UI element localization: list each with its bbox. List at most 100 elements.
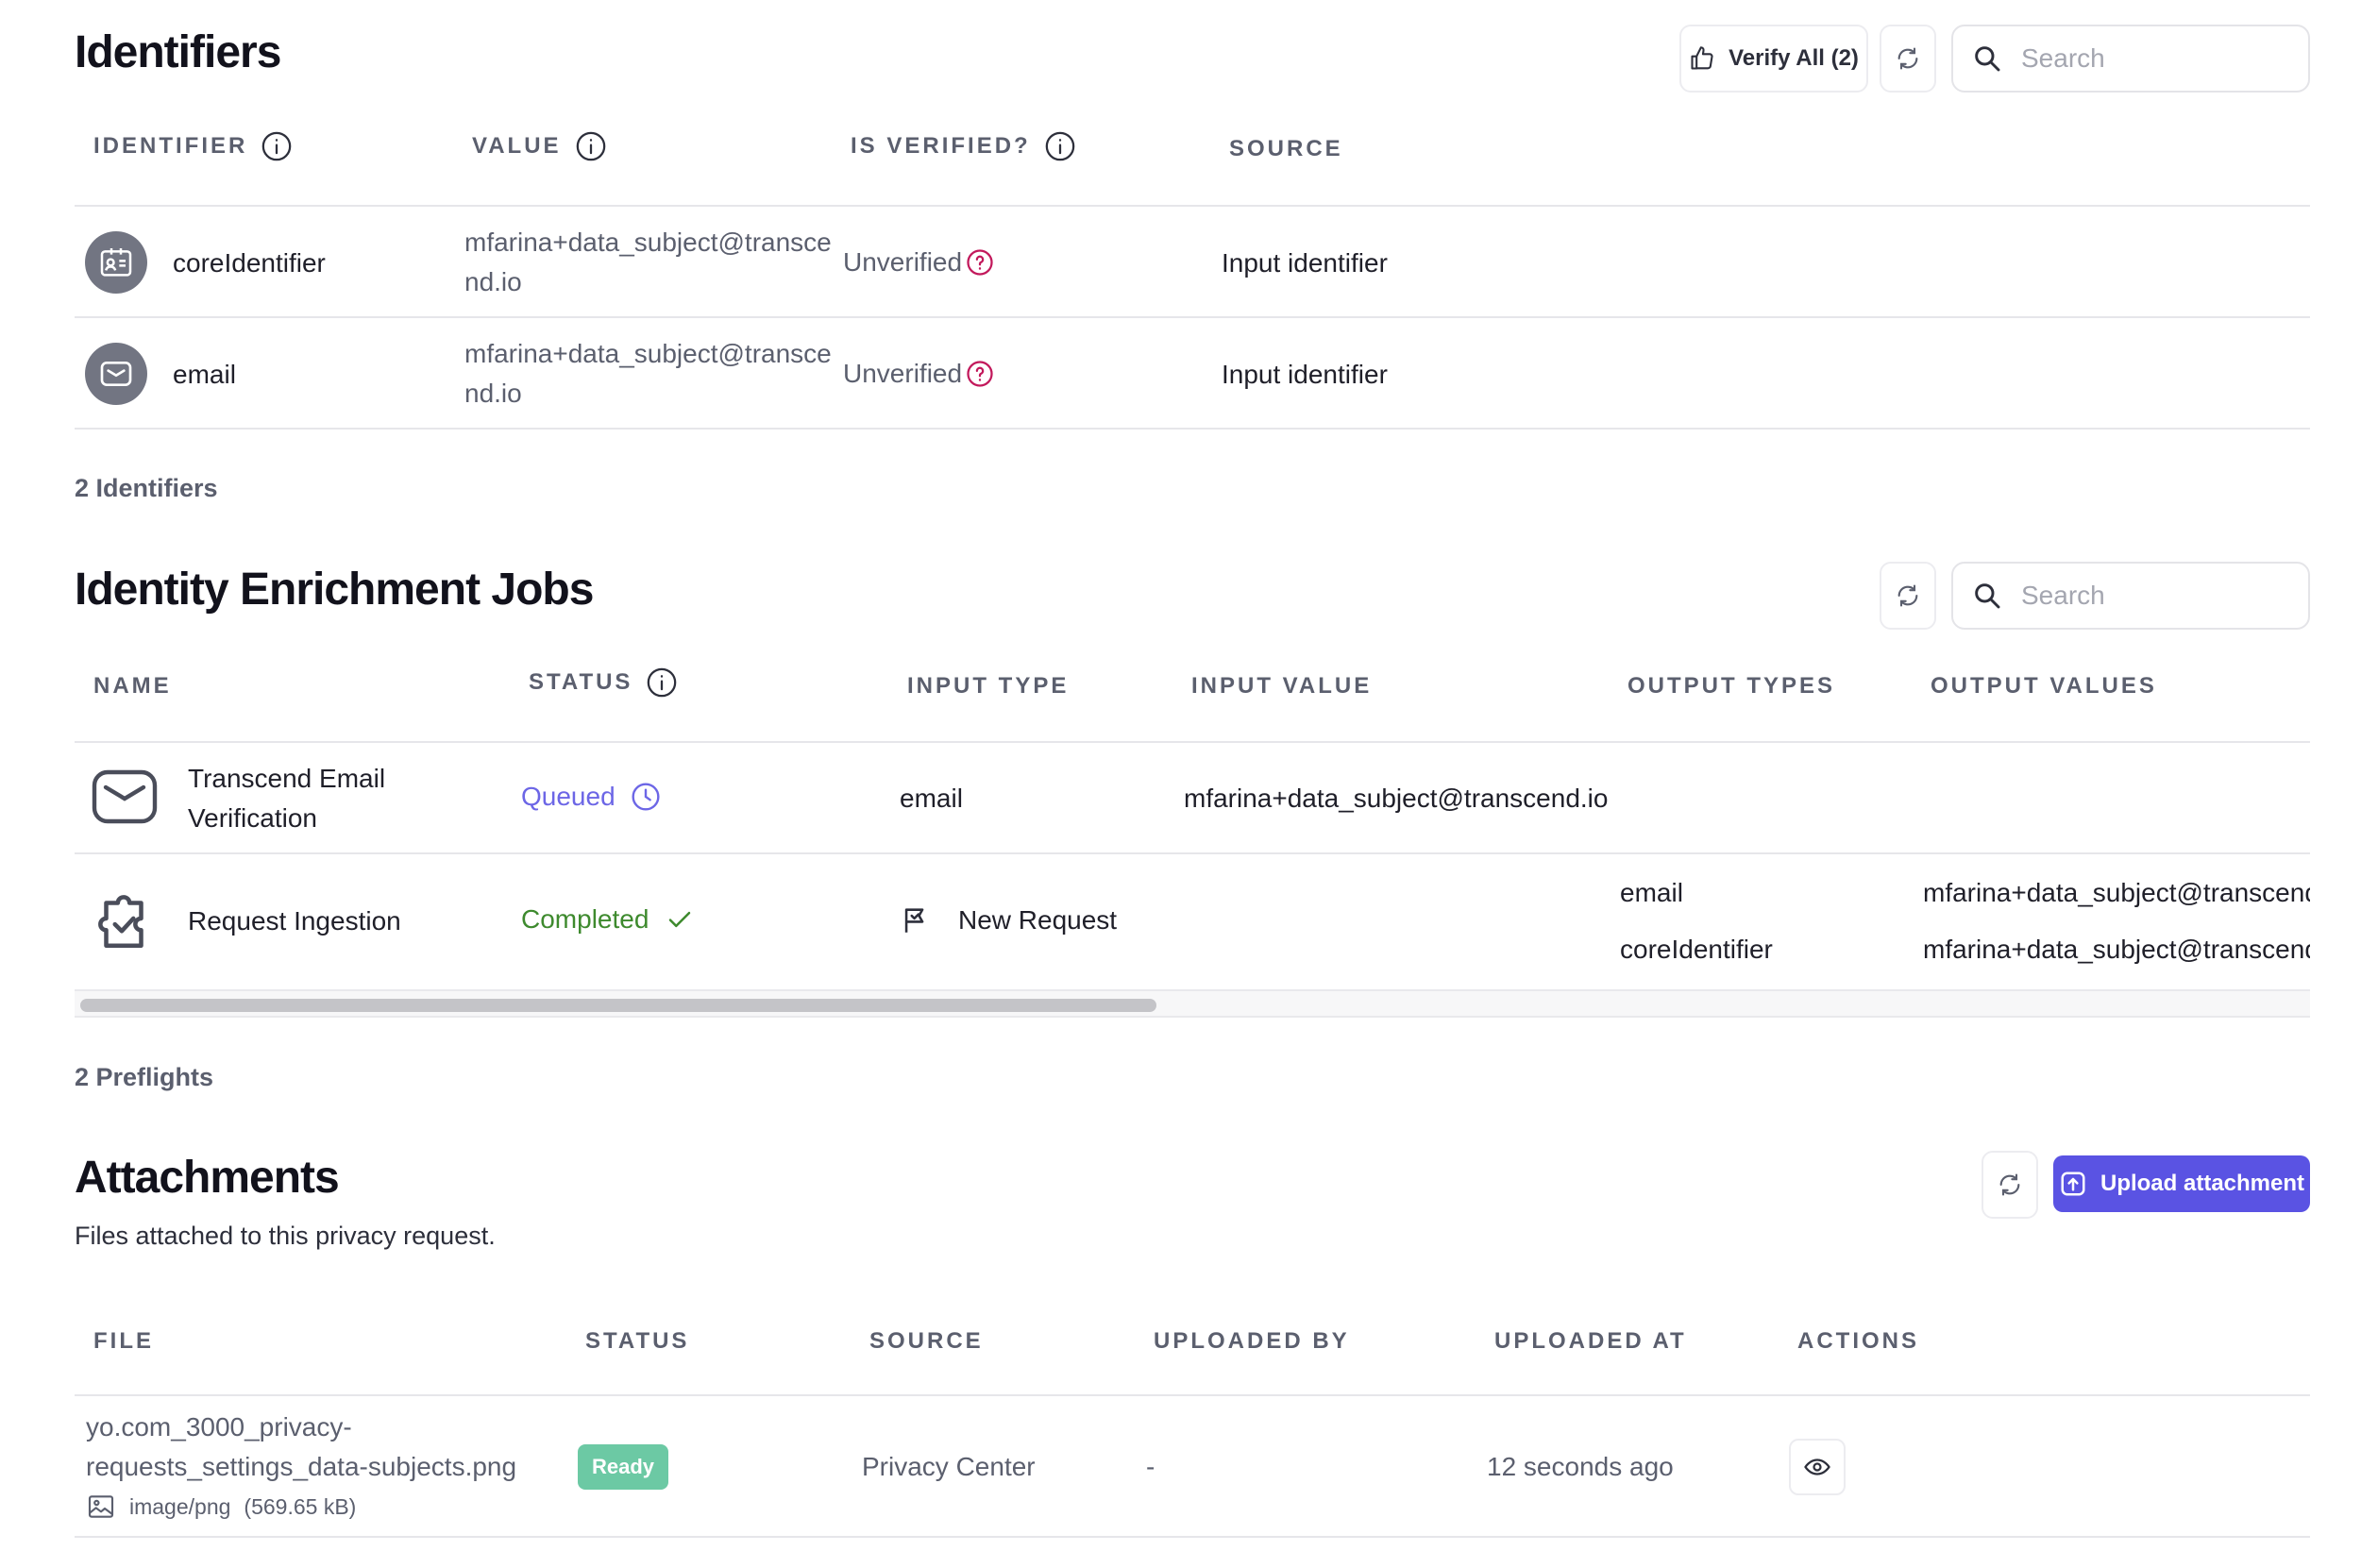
flag-icon [904,908,924,933]
job-name-line: Transcend Email [188,764,386,793]
enrichment-refresh-button[interactable] [1880,562,1936,630]
job-input-type: email [900,784,963,813]
col-source-label: SOURCE [869,1328,984,1354]
identifier-value-line: mfarina+data_subject@transce [464,339,832,368]
col-value: VALUE [472,130,607,162]
col-uploaded-at: UPLOADED AT [1494,1328,1687,1355]
verify-all-button[interactable]: Verify All (2) [1679,25,1868,93]
upload-attachment-button[interactable]: Upload attachment [2053,1155,2310,1212]
identifier-value-line: mfarina+data_subject@transce [464,228,832,257]
identifier-name: coreIdentifier [173,248,326,278]
job-input-type: New Request [900,904,1117,936]
identifier-source: Input identifier [1222,360,1388,389]
info-icon[interactable] [1044,130,1076,162]
col-input-type: INPUT TYPE [907,673,1069,700]
file-mime: image/png [129,1493,231,1519]
file-size: (569.65 kB) [244,1493,357,1519]
preflights-count: 2 Preflights [75,1063,214,1091]
col-status-label: STATUS [585,1328,690,1354]
enrichment-search-input[interactable] [2019,580,2287,612]
col-value-label: VALUE [472,133,562,159]
col-source-label: SOURCE [1229,136,1343,161]
uploaded-by: - [1146,1452,1155,1481]
identifier-value: mfarina+data_subject@transce nd.io [464,334,832,413]
info-icon[interactable] [646,666,678,699]
question-circle-icon[interactable] [966,248,994,277]
view-attachment-button[interactable] [1789,1439,1846,1495]
identifiers-count: 2 Identifiers [75,474,218,502]
scrollbar-thumb[interactable] [80,999,1156,1012]
col-source: SOURCE [869,1328,984,1355]
col-name-label: NAME [93,673,172,699]
upload-attachment-label: Upload attachment [2100,1171,2305,1196]
attachments-refresh-button[interactable] [1982,1151,2038,1219]
question-circle-icon[interactable] [966,360,994,388]
file-meta: image/png (569.65 kB) [86,1492,356,1522]
verification-label: Unverified [843,247,963,277]
check-icon [669,911,691,928]
identifiers-search[interactable] [1951,25,2310,93]
col-uploaded-at-label: UPLOADED AT [1494,1328,1687,1354]
col-output-values-label: OUTPUT VALUES [1931,673,2157,699]
identifiers-refresh-button[interactable] [1880,25,1936,93]
col-status: STATUS [585,1328,689,1355]
job-output-value: mfarina+data_subject@transcend.i [1923,935,2310,964]
divider [75,428,2310,430]
search-icon [1975,583,2000,609]
col-actions-label: ACTIONS [1797,1328,1919,1354]
col-file: FILE [93,1328,154,1355]
page: Identifiers Verify All (2) IDENTIFIER VA… [0,0,2361,1568]
file-name[interactable]: yo.com_3000_privacy- requests_settings_d… [86,1408,516,1487]
eye-icon [1804,1458,1830,1475]
identifiers-search-input[interactable] [2019,42,2287,75]
col-input-value: INPUT VALUE [1191,673,1372,700]
col-uploaded-by-label: UPLOADED BY [1154,1328,1350,1354]
verification-status: Unverified [843,359,994,389]
divider [75,316,2310,318]
verification-label: Unverified [843,359,963,388]
job-name: Transcend Email Verification [188,759,385,838]
job-output-value: mfarina+data_subject@transcend.i [1923,878,2310,907]
image-icon [88,1495,114,1518]
puzzle-check-icon [98,895,143,948]
identifier-value-line: nd.io [464,379,522,408]
col-is-verified: IS VERIFIED? [851,130,1076,162]
divider [75,1536,2310,1538]
col-identifier-label: IDENTIFIER [93,133,248,159]
status-badge: Ready [578,1444,668,1490]
col-input-value-label: INPUT VALUE [1191,673,1373,699]
col-input-type-label: INPUT TYPE [907,673,1070,699]
col-file-label: FILE [93,1328,154,1354]
job-output-type: coreIdentifier [1620,935,1773,964]
col-status: STATUS [529,666,678,699]
divider [75,205,2310,207]
job-output-type: email [1620,878,1683,907]
col-output-values: OUTPUT VALUES [1931,673,2157,700]
horizontal-scrollbar[interactable] [75,989,2310,1018]
job-name-line: Verification [188,803,317,833]
identifiers-title: Identifiers [75,27,281,77]
job-status: Queued [521,782,661,812]
enrichment-search[interactable] [1951,562,2310,630]
id-card-icon [85,231,147,294]
job-status: Completed [521,904,694,935]
verify-all-label: Verify All (2) [1729,45,1859,71]
col-identifier: IDENTIFIER [93,130,293,162]
identifier-source: Input identifier [1222,248,1388,278]
col-is-verified-label: IS VERIFIED? [851,133,1031,159]
job-status-label: Completed [521,904,649,934]
attachments-subtitle: Files attached to this privacy request. [75,1222,496,1250]
upload-icon [2061,1172,2085,1196]
info-icon[interactable] [575,130,607,162]
info-icon[interactable] [261,130,293,162]
verification-status: Unverified [843,247,994,278]
attachment-source: Privacy Center [862,1452,1036,1481]
col-uploaded-by: UPLOADED BY [1154,1328,1350,1355]
identifier-name: email [173,360,236,389]
refresh-icon [1897,584,1918,607]
col-name: NAME [93,673,172,700]
file-name-line: yo.com_3000_privacy- [86,1412,352,1442]
divider [75,741,2310,743]
thumbs-up-icon [1691,46,1713,70]
col-output-types-label: OUTPUT TYPES [1627,673,1836,699]
